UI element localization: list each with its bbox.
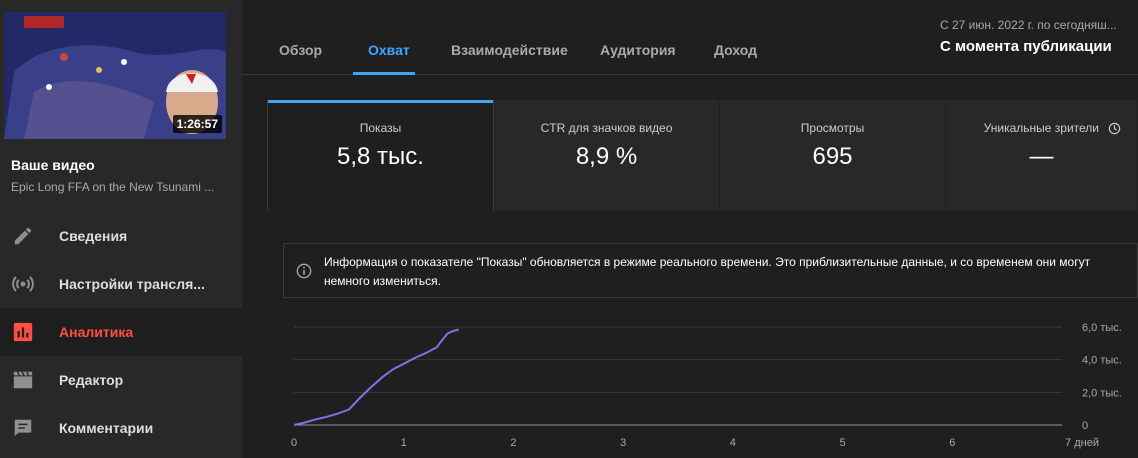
info-text: Информация о показателе "Показы" обновля… — [324, 255, 1091, 288]
y-tick-label: 6,0 тыс. — [1082, 322, 1122, 334]
metric-cards: Показы 5,8 тыс. CTR для значков видео 8,… — [267, 100, 1138, 211]
metric-label: Просмотры — [800, 121, 865, 135]
metric-value: 8,9 % — [575, 143, 638, 170]
active-tab-indicator — [353, 72, 415, 75]
metric-card-ctr[interactable]: CTR для значков видео 8,9 % — [494, 100, 720, 211]
sidebar-item-label: Редактор — [59, 372, 124, 388]
x-tick-label: 3 — [620, 437, 626, 449]
x-tick-label: 5 — [840, 437, 846, 449]
metric-label: Уникальные зрители — [983, 121, 1099, 135]
metric-label: CTR для значков видео — [540, 121, 673, 135]
sidebar-item-analytics[interactable]: Аналитика — [0, 308, 242, 356]
metric-label: Показы — [359, 121, 402, 135]
pencil-icon — [11, 224, 35, 248]
y-tick-label: 4,0 тыс. — [1082, 355, 1122, 367]
main-content: Обзор Охват Взаимодействие Аудитория Дох… — [242, 0, 1138, 458]
info-banner: Информация о показателе "Показы" обновля… — [283, 243, 1138, 298]
sidebar-item-editor[interactable]: Редактор — [0, 356, 242, 404]
metric-label-row: Уникальные зрители — [946, 121, 1137, 135]
impressions-series-line — [293, 328, 459, 426]
metric-card-unique-viewers[interactable]: Уникальные зрители — — [946, 100, 1138, 211]
metric-value: — — [1029, 143, 1054, 170]
video-title[interactable]: Epic Long FFA on the New Tsunami ... — [11, 180, 231, 194]
active-card-indicator — [268, 100, 493, 103]
x-tick-label: 6 — [949, 437, 955, 449]
metric-card-views[interactable]: Просмотры 695 — [720, 100, 946, 211]
video-thumbnail[interactable]: 1:26:57 — [4, 12, 226, 139]
sidebar-item-label: Сведения — [59, 228, 128, 244]
metric-card-impressions[interactable]: Показы 5,8 тыс. — [267, 100, 494, 211]
sidebar-item-label: Настройки трансля... — [59, 276, 205, 292]
sidebar-item-label: Аналитика — [59, 324, 134, 340]
tab-revenue[interactable]: Доход — [714, 42, 757, 58]
analytics-icon — [11, 320, 35, 344]
x-tick-label: 0 — [291, 437, 297, 449]
y-tick-label: 2,0 тыс. — [1082, 387, 1122, 399]
broadcast-icon — [11, 272, 35, 296]
video-duration: 1:26:57 — [172, 115, 222, 133]
date-period-selector[interactable]: С момента публикации — [940, 38, 1112, 55]
clock-icon — [1109, 123, 1121, 135]
y-tick-label: 0 — [1082, 420, 1088, 432]
sidebar-item-label: Комментарии — [59, 420, 154, 436]
info-icon — [296, 263, 312, 279]
impressions-chart[interactable]: 0 2,0 тыс. 4,0 тыс. 6,0 тыс. 0 1 2 3 4 5 6 7 дней — [242, 310, 1138, 458]
tab-reach[interactable]: Охват — [368, 42, 410, 58]
x-tick-label: 4 — [730, 437, 736, 449]
app-window: 1:26:57 Ваше видео Epic Long FFA on the … — [0, 0, 1138, 458]
metric-value: 5,8 тыс. — [337, 143, 424, 170]
comment-icon — [11, 416, 35, 440]
metric-value: 695 — [812, 143, 853, 170]
sidebar-item-comments[interactable]: Комментарии — [0, 404, 242, 452]
sidebar-item-broadcast-settings[interactable]: Настройки трансля... — [0, 260, 242, 308]
clapperboard-icon — [11, 368, 35, 392]
tab-audience[interactable]: Аудитория — [600, 42, 676, 58]
sidebar: 1:26:57 Ваше видео Epic Long FFA on the … — [0, 0, 242, 458]
tab-engagement[interactable]: Взаимодействие — [451, 42, 568, 58]
sidebar-item-details[interactable]: Сведения — [0, 212, 242, 260]
date-range-text[interactable]: С 27 июн. 2022 г. по сегодняш... — [940, 18, 1138, 32]
x-tick-label: 1 — [401, 437, 407, 449]
your-video-heading: Ваше видео — [11, 157, 95, 173]
x-tick-label: 7 дней — [1065, 437, 1099, 449]
x-tick-label: 2 — [510, 437, 516, 449]
tab-overview[interactable]: Обзор — [279, 42, 322, 58]
